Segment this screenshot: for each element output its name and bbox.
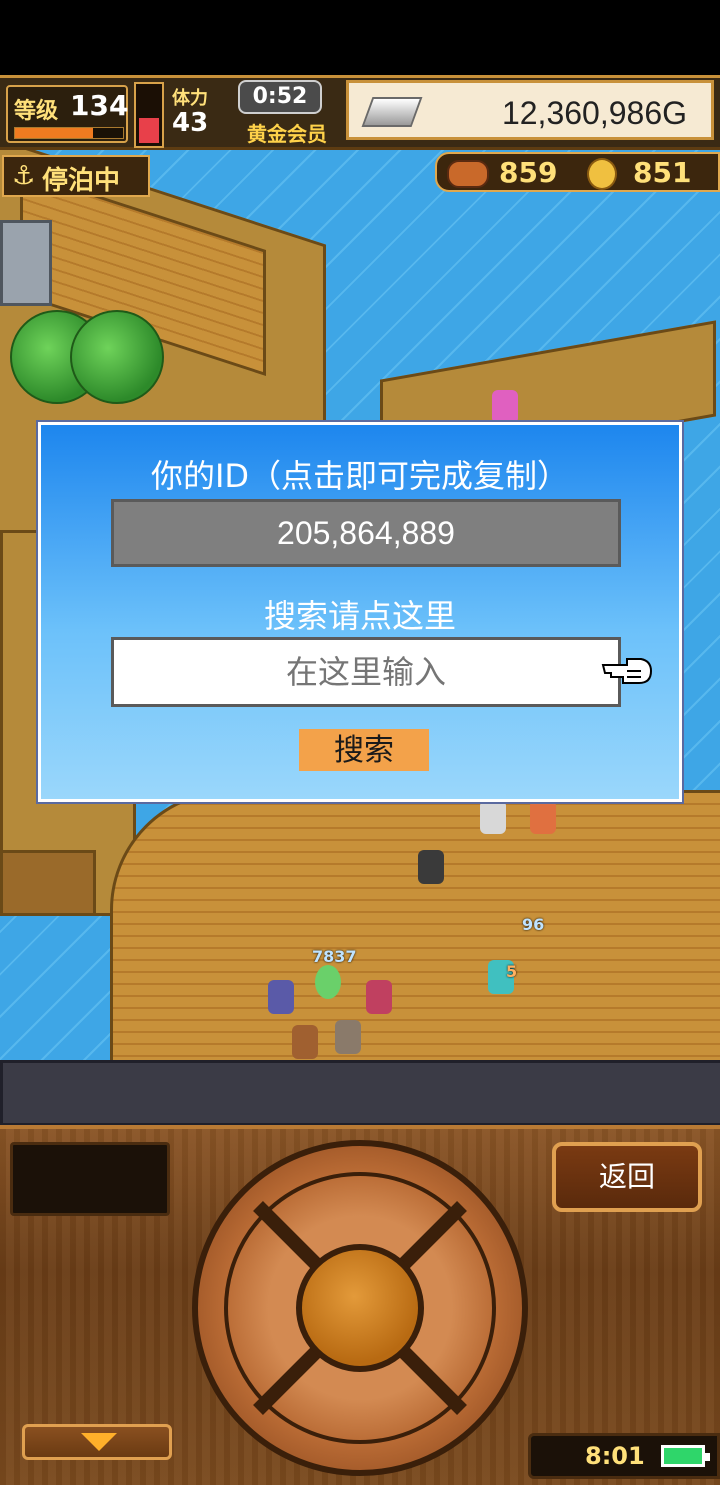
gold-amount: 12,360,986G xyxy=(501,95,687,131)
bean-count: 859 xyxy=(499,156,558,189)
level-label: 等级 xyxy=(14,99,59,124)
character-sprite[interactable] xyxy=(268,980,294,1014)
character-sprite[interactable] xyxy=(366,980,392,1014)
pointing-hand-icon xyxy=(601,658,653,684)
bean-icon xyxy=(447,160,489,188)
hp-gauge xyxy=(134,82,164,148)
character-sprite[interactable] xyxy=(418,850,444,884)
top-black-band xyxy=(0,0,720,75)
level-progress-bar xyxy=(14,127,124,139)
character-sprite[interactable] xyxy=(335,1020,361,1054)
damage-number: 7837 xyxy=(312,947,357,966)
coin-icon xyxy=(587,158,617,190)
down-arrow-icon xyxy=(81,1433,117,1451)
dpad-center-button[interactable] xyxy=(296,1244,424,1372)
user-id-copy-field[interactable]: 205,864,889 xyxy=(111,499,621,567)
docked-status: ⚓ 停泊中 xyxy=(2,155,150,197)
level-progress-fill xyxy=(15,128,93,138)
id-title: 你的ID（点击即可完成复制） xyxy=(150,457,570,495)
id-search-dialog: 你的ID（点击即可完成复制） 205,864,889 搜索请点这里 搜索 xyxy=(38,422,682,802)
character-sprite[interactable] xyxy=(480,800,506,834)
stone-building xyxy=(0,220,52,306)
direction-pad[interactable] xyxy=(192,1140,528,1476)
small-boat xyxy=(0,850,96,916)
silver-ingot-icon xyxy=(361,97,423,127)
stamina-value: 43 xyxy=(172,108,209,138)
empty-slot xyxy=(10,1142,170,1216)
timer: 0:52 xyxy=(238,80,322,114)
ship-deck xyxy=(110,790,720,1106)
battery-icon xyxy=(661,1445,710,1467)
search-title: 搜索请点这里 xyxy=(263,597,456,635)
anchor-icon: ⚓ xyxy=(12,161,36,191)
stamina-display: 体力 43 xyxy=(166,84,226,144)
gold-display: 12,360,986G xyxy=(346,80,714,140)
hp-gauge-fill xyxy=(139,118,159,143)
damage-number: 5 xyxy=(506,962,518,981)
resource-bar: 859 851 xyxy=(435,152,720,192)
clock-display: 8:01 xyxy=(528,1433,720,1479)
ship-hull xyxy=(0,1060,720,1125)
character-sprite[interactable] xyxy=(292,1025,318,1059)
slime-sprite[interactable] xyxy=(315,965,341,999)
coin-count: 851 xyxy=(633,156,692,189)
tree xyxy=(70,310,164,404)
character-sprite[interactable] xyxy=(530,800,556,834)
membership-label: 黄金会员 xyxy=(247,122,327,146)
menu-down-button[interactable] xyxy=(22,1424,172,1460)
level-display: 等级 134 xyxy=(6,85,128,143)
search-input[interactable] xyxy=(111,637,621,707)
search-button[interactable]: 搜索 xyxy=(299,729,429,771)
level-value: 134 xyxy=(70,89,129,122)
clock-time: 8:01 xyxy=(585,1442,645,1470)
stamina-label: 体力 xyxy=(172,88,208,109)
character-sprite[interactable] xyxy=(492,390,518,424)
back-button[interactable]: 返回 xyxy=(552,1142,702,1212)
damage-number: 96 xyxy=(522,915,545,934)
docked-status-text: 停泊中 xyxy=(42,166,121,196)
